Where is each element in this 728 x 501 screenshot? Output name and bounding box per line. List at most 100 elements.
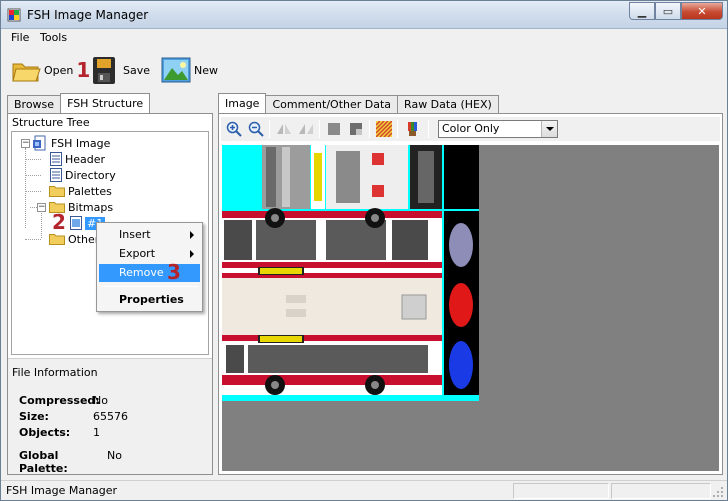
tab-fsh-structure[interactable]: FSH Structure <box>60 93 151 113</box>
flip-vertical-button[interactable] <box>297 120 315 138</box>
tree-label-header: Header <box>65 152 106 166</box>
image-canvas[interactable] <box>222 145 719 471</box>
tree-label-directory: Directory <box>65 168 116 182</box>
color-mode-select[interactable]: Color Only <box>438 120 558 138</box>
alpha-square-button[interactable] <box>347 120 365 138</box>
tab-raw-data-hex[interactable]: Raw Data (HEX) <box>397 95 499 113</box>
tree-line <box>25 175 41 176</box>
tree-label-other: Other <box>68 232 100 246</box>
tree-node-root[interactable]: FSH Image <box>32 135 110 151</box>
minimize-icon: ▁ <box>637 4 647 18</box>
info-size: Size: 65576 <box>19 410 128 423</box>
info-global-palette-value: No <box>107 449 122 462</box>
app-window: FSH Image Manager ▁ ▭ ✕ File Tools Open … <box>0 0 728 501</box>
step-2-marker: 2 <box>52 210 66 234</box>
zoom-in-icon <box>226 121 242 137</box>
toolbar-separator <box>369 120 370 138</box>
brush-icon <box>408 122 417 136</box>
info-compressed: Compressed: No <box>19 394 108 407</box>
toolbar-separator <box>428 120 429 138</box>
app-icon <box>7 8 21 22</box>
info-objects-value: 1 <box>93 426 100 439</box>
close-button[interactable]: ✕ <box>681 2 723 20</box>
toolbar-separator <box>269 120 270 138</box>
maximize-button[interactable]: ▭ <box>655 2 681 20</box>
tree-line <box>25 191 41 192</box>
flip-horizontal-button[interactable] <box>275 120 293 138</box>
tab-image[interactable]: Image <box>218 93 267 113</box>
menu-file[interactable]: File <box>11 31 29 44</box>
tree-label-root: FSH Image <box>51 136 111 150</box>
tree-node-directory[interactable]: Directory <box>50 167 116 183</box>
info-compressed-value: No <box>93 394 108 407</box>
minimize-button[interactable]: ▁ <box>629 2 655 20</box>
color-mode-value: Color Only <box>442 122 500 135</box>
flip-icon <box>299 124 313 134</box>
square-icon <box>350 123 362 135</box>
image-toolbar: Color Only <box>221 117 720 141</box>
checker-background-button[interactable] <box>375 120 393 138</box>
context-menu-insert[interactable]: Insert <box>99 226 200 244</box>
zoom-out-icon <box>248 121 264 137</box>
expander-root[interactable]: − <box>21 139 30 148</box>
submenu-arrow-icon <box>190 250 194 258</box>
context-menu-remove[interactable]: Remove <box>99 264 200 282</box>
maximize-icon: ▭ <box>662 4 674 18</box>
submenu-arrow-icon <box>190 231 194 239</box>
right-tab-strip: Image Comment/Other Data Raw Data (HEX) <box>218 93 499 113</box>
status-segment <box>513 483 609 499</box>
context-menu-separator <box>101 286 198 287</box>
new-label: New <box>194 63 218 77</box>
image-panel: Color Only <box>218 113 723 475</box>
tree-label-bitmaps: Bitmaps <box>68 200 114 214</box>
context-menu-properties[interactable]: Properties <box>99 291 200 309</box>
tree-node-header[interactable]: Header <box>50 151 105 167</box>
info-objects-label: Objects: <box>19 426 71 439</box>
fsh-image-icon <box>33 135 46 151</box>
tree-line <box>41 208 42 238</box>
toolbar-separator <box>319 120 320 138</box>
context-menu: Insert Export Remove Properties <box>96 222 203 312</box>
bitmap-document-icon <box>70 216 82 230</box>
zoom-out-button[interactable] <box>247 120 265 138</box>
close-icon: ✕ <box>697 4 707 18</box>
folder-icon <box>49 186 65 197</box>
toolbar-separator <box>397 120 398 138</box>
brush-button[interactable] <box>404 120 422 138</box>
menu-bar: File Tools <box>1 29 727 47</box>
square-icon <box>328 123 340 135</box>
info-compressed-label: Compressed: <box>19 394 100 407</box>
file-info-heading: File Information <box>12 366 98 379</box>
context-menu-insert-label: Insert <box>119 228 151 241</box>
context-menu-export[interactable]: Export <box>99 245 200 263</box>
tab-comment-other-data[interactable]: Comment/Other Data <box>265 95 399 113</box>
tree-line <box>25 148 26 228</box>
flip-icon <box>277 124 291 134</box>
open-button[interactable]: Open 1 <box>11 54 90 86</box>
resize-grip-icon[interactable] <box>712 486 724 498</box>
new-button[interactable]: New <box>161 54 218 86</box>
status-segment <box>611 483 711 499</box>
title-bar[interactable]: FSH Image Manager ▁ ▭ ✕ <box>1 1 727 29</box>
step-3-marker: 3 <box>167 260 181 284</box>
tree-label-palettes: Palettes <box>68 184 112 198</box>
tree-node-other[interactable]: Other <box>49 231 99 247</box>
main-toolbar: Open 1 Save New <box>1 48 727 92</box>
tree-line <box>25 159 41 160</box>
context-menu-properties-label: Properties <box>119 293 184 306</box>
zoom-in-button[interactable] <box>225 120 243 138</box>
left-tab-strip: Browse FSH Structure <box>7 93 151 113</box>
tab-browse[interactable]: Browse <box>7 95 62 113</box>
save-button[interactable]: Save <box>90 54 150 86</box>
new-image-icon <box>161 57 191 83</box>
expander-bitmaps[interactable]: − <box>37 203 46 212</box>
menu-tools[interactable]: Tools <box>40 31 67 44</box>
window-title: FSH Image Manager <box>27 8 149 22</box>
fill-square-button[interactable] <box>325 120 343 138</box>
info-objects: Objects: 1 <box>19 426 100 439</box>
chevron-down-icon[interactable] <box>541 121 557 137</box>
tree-node-palettes[interactable]: Palettes <box>49 183 112 199</box>
info-global-palette-label: Global Palette: <box>19 449 68 475</box>
save-label: Save <box>123 63 151 77</box>
file-information: File Information Compressed: No Size: 65… <box>8 358 212 475</box>
